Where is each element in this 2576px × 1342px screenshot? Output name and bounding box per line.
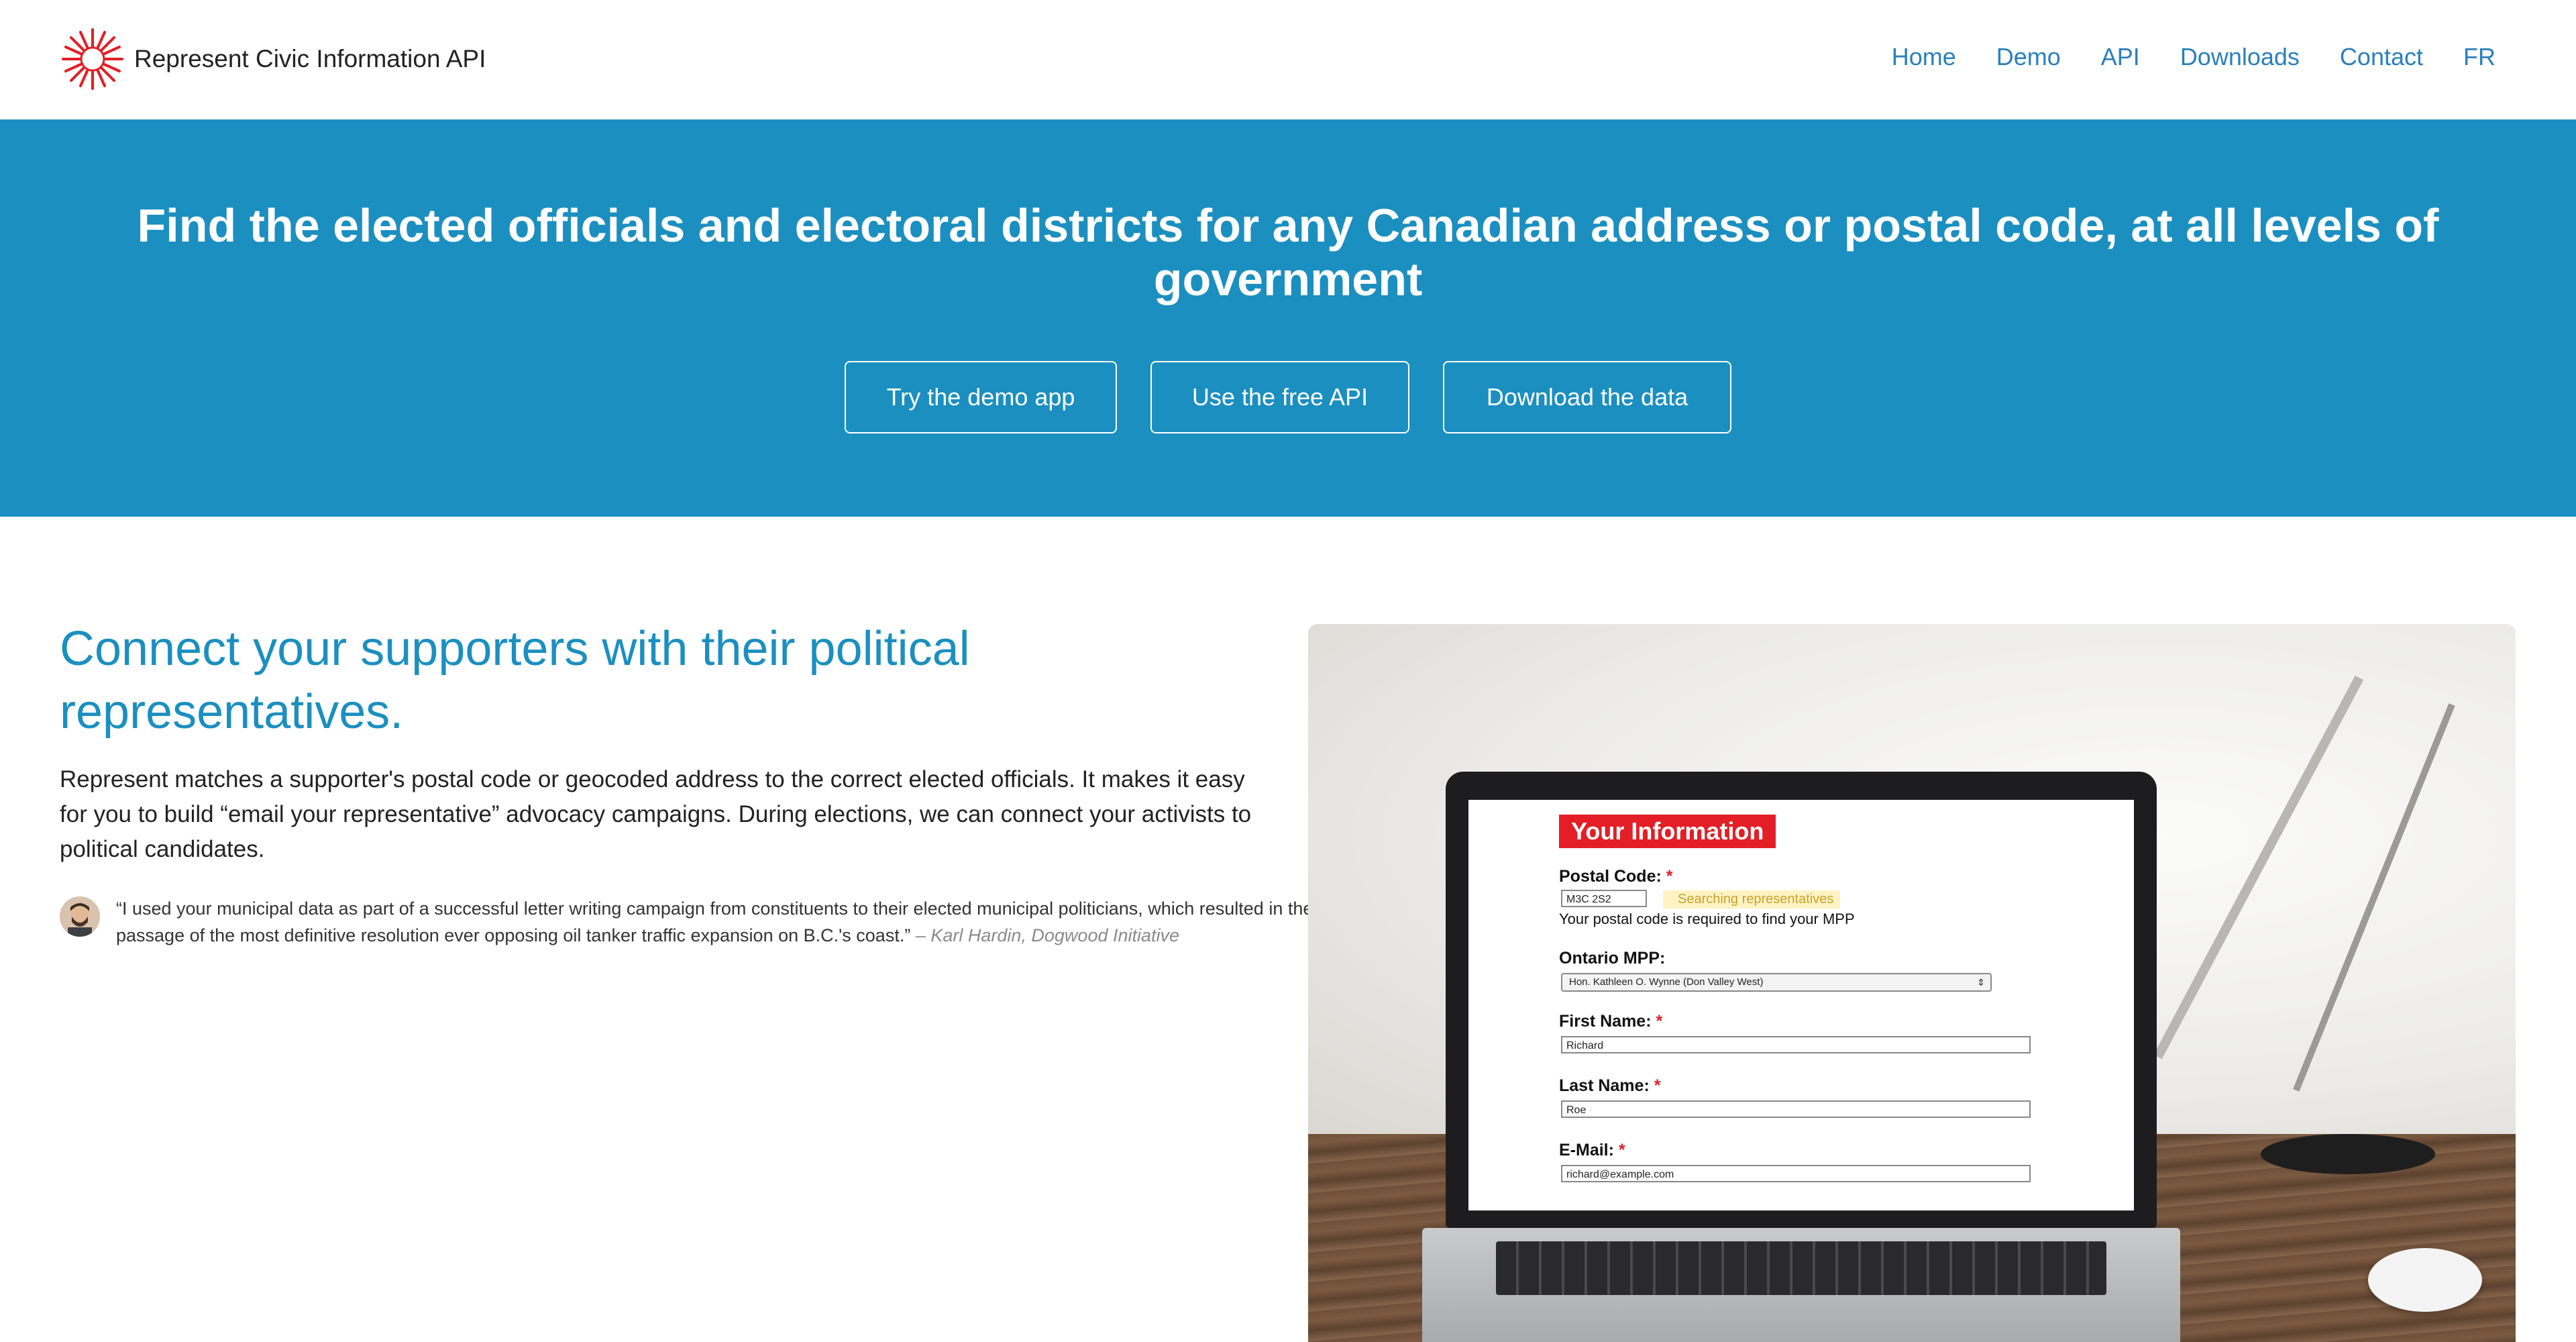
- desk-lamp-base: [2261, 1134, 2435, 1174]
- first-name-field: Richard: [1561, 1036, 2031, 1053]
- intro-paragraph: Represent matches a supporter's postal c…: [60, 766, 1252, 862]
- select-caret-icon: ⇕: [1977, 977, 1985, 988]
- laptop-base: [1422, 1228, 2180, 1342]
- laptop-screen: Your Information Postal Code: * M3C 2S2 …: [1468, 800, 2134, 1210]
- laptop-lid: Your Information Postal Code: * M3C 2S2 …: [1446, 772, 2157, 1228]
- hero-banner: Find the elected officials and electoral…: [0, 119, 2576, 517]
- postal-code-field: M3C 2S2: [1561, 890, 1647, 907]
- use-api-button[interactable]: Use the free API: [1150, 361, 1409, 433]
- last-name-field: Roe: [1561, 1100, 2031, 1118]
- postal-code-help: Your postal code is required to find you…: [1559, 911, 1855, 927]
- navbar: Represent Civic Information API Home Dem…: [0, 0, 2576, 119]
- person-avatar-icon: [60, 896, 100, 937]
- quote-attribution: – Karl Hardin, Dogwood Initiative: [915, 925, 1180, 945]
- mouse-device: [2368, 1248, 2482, 1312]
- nav-downloads[interactable]: Downloads: [2180, 43, 2300, 71]
- testimonial: “I used your municipal data as part of a…: [60, 895, 1313, 949]
- red-starburst-logo-icon: [62, 28, 123, 90]
- mpp-label: Ontario MPP:: [1559, 949, 1666, 968]
- brand-name: Represent Civic Information API: [134, 45, 486, 72]
- try-demo-button[interactable]: Try the demo app: [845, 361, 1117, 433]
- nav-demo[interactable]: Demo: [1996, 43, 2061, 71]
- main-nav: Home Demo API Downloads Contact FR: [1851, 43, 2496, 71]
- hero-buttons: Try the demo app Use the free API Downlo…: [0, 361, 2576, 433]
- brand-link[interactable]: Represent Civic Information API: [59, 25, 486, 93]
- section-heading: Connect your supporters with their polit…: [60, 622, 970, 739]
- email-field: richard@example.com: [1561, 1165, 2031, 1182]
- nav-contact[interactable]: Contact: [2340, 43, 2423, 71]
- last-name-label: Last Name: *: [1559, 1076, 1661, 1095]
- nav-language-fr[interactable]: FR: [2463, 43, 2496, 71]
- intro-section: Connect your supporters with their polit…: [60, 617, 1313, 949]
- nav-api[interactable]: API: [2101, 43, 2140, 71]
- laptop-keyboard: [1496, 1241, 2106, 1295]
- form-banner: Your Information: [1559, 815, 1776, 848]
- download-data-button[interactable]: Download the data: [1443, 361, 1731, 433]
- laptop-demo-photo: Your Information Postal Code: * M3C 2S2 …: [1308, 624, 2516, 1342]
- hero-title: Find the elected officials and electoral…: [137, 199, 2439, 305]
- searching-indicator: Searching representatives: [1663, 890, 1841, 909]
- testimonial-quote: “I used your municipal data as part of a…: [116, 895, 1324, 949]
- first-name-label: First Name: *: [1559, 1012, 1663, 1031]
- email-label: E-Mail: *: [1559, 1141, 1625, 1159]
- nav-home[interactable]: Home: [1892, 43, 1956, 71]
- postal-code-label: Postal Code: *: [1559, 867, 1673, 886]
- mpp-select: Hon. Kathleen O. Wynne (Don Valley West)…: [1561, 973, 1992, 992]
